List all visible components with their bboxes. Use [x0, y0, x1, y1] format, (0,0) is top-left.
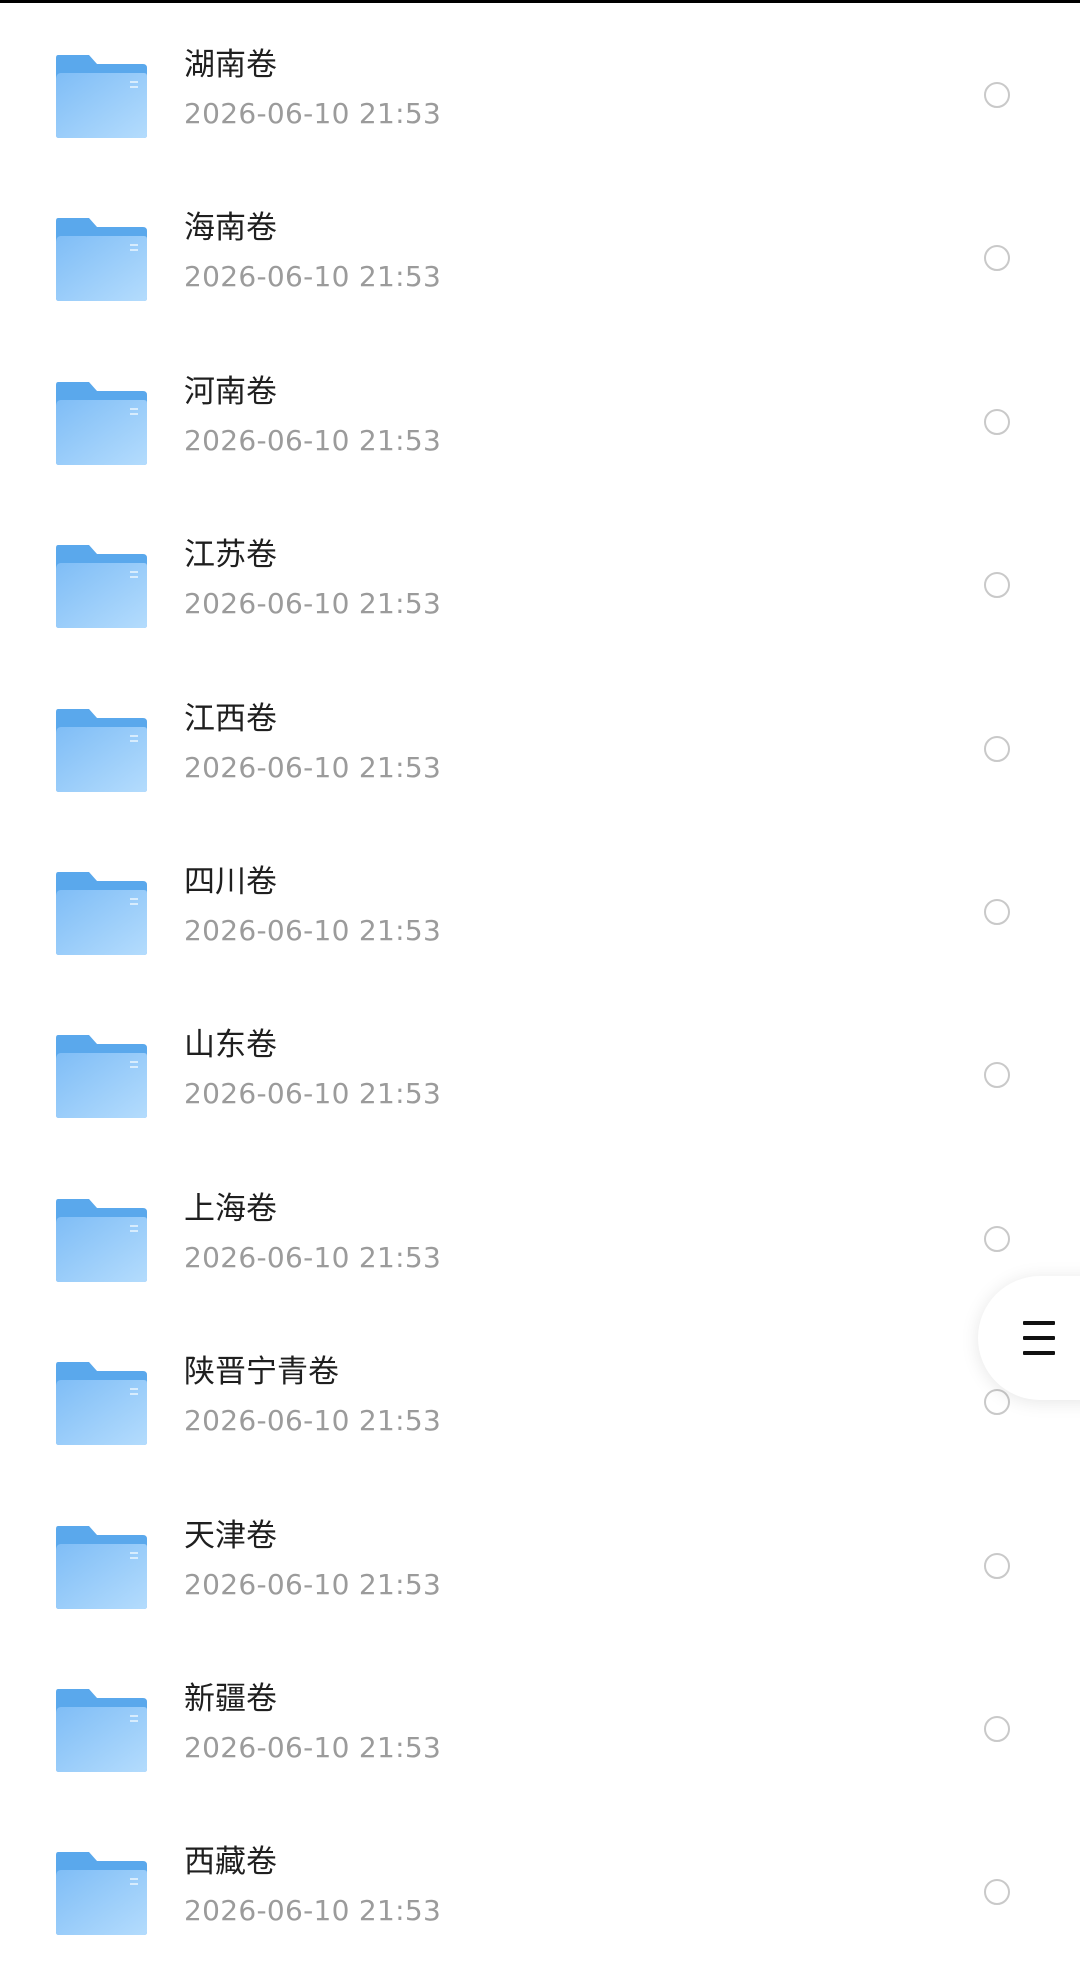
file-name: 新疆卷: [184, 1680, 277, 1717]
file-date: 2026-06-10 21:53: [184, 1240, 442, 1274]
list-item[interactable]: 新疆卷 2026-06-10 21:53: [0, 1637, 1080, 1800]
list-item[interactable]: 西藏卷 2026-06-10 21:53: [0, 1800, 1080, 1963]
folder-icon: [55, 216, 148, 302]
list-item[interactable]: 湖南卷 2026-06-10 21:53: [0, 3, 1080, 166]
list-item[interactable]: 四川卷 2026-06-10 21:53: [0, 820, 1080, 983]
file-name: 河南卷: [184, 373, 277, 410]
menu-icon: [1023, 1321, 1055, 1355]
file-date: 2026-06-10 21:53: [184, 750, 442, 784]
file-date: 2026-06-10 21:53: [184, 1894, 442, 1928]
file-date: 2026-06-10 21:53: [184, 1077, 442, 1111]
file-date: 2026-06-10 21:53: [184, 1567, 442, 1601]
file-name: 上海卷: [184, 1190, 277, 1227]
list-item[interactable]: 上海卷 2026-06-10 21:53: [0, 1147, 1080, 1310]
folder-icon: [55, 380, 148, 466]
file-name: 陕晋宁青卷: [184, 1354, 339, 1391]
folder-icon: [55, 1524, 148, 1610]
list-item[interactable]: 江西卷 2026-06-10 21:53: [0, 657, 1080, 820]
list-item[interactable]: 天津卷 2026-06-10 21:53: [0, 1474, 1080, 1637]
file-date: 2026-06-10 21:53: [184, 1404, 442, 1438]
file-name: 四川卷: [184, 863, 277, 900]
select-radio[interactable]: [984, 408, 1010, 435]
select-radio[interactable]: [984, 1389, 1010, 1416]
folder-icon: [55, 1687, 148, 1773]
select-radio[interactable]: [984, 1062, 1010, 1089]
file-date: 2026-06-10 21:53: [184, 423, 442, 457]
file-name: 海南卷: [184, 210, 277, 247]
select-radio[interactable]: [984, 735, 1010, 762]
file-name: 西藏卷: [184, 1844, 277, 1881]
list-item[interactable]: 江苏卷 2026-06-10 21:53: [0, 493, 1080, 656]
select-radio[interactable]: [984, 1552, 1010, 1579]
list-item[interactable]: 海南卷 2026-06-10 21:53: [0, 166, 1080, 329]
file-name: 山东卷: [184, 1027, 277, 1064]
file-date: 2026-06-10 21:53: [184, 1730, 442, 1764]
select-radio[interactable]: [984, 245, 1010, 272]
file-date: 2026-06-10 21:53: [184, 587, 442, 621]
folder-icon: [55, 1033, 148, 1119]
folder-icon: [55, 1197, 148, 1283]
folder-icon: [55, 543, 148, 629]
file-date: 2026-06-10 21:53: [184, 260, 442, 294]
folder-icon: [55, 1360, 148, 1446]
file-name: 天津卷: [184, 1517, 277, 1554]
folder-icon: [55, 707, 148, 793]
select-radio[interactable]: [984, 898, 1010, 925]
file-date: 2026-06-10 21:53: [184, 913, 442, 947]
folder-icon: [55, 1850, 148, 1936]
folder-icon: [55, 870, 148, 956]
folder-icon: [55, 53, 148, 139]
file-name: 湖南卷: [184, 47, 277, 83]
list-item[interactable]: 山东卷 2026-06-10 21:53: [0, 983, 1080, 1146]
list-item[interactable]: 陕晋宁青卷 2026-06-10 21:53: [0, 1310, 1080, 1473]
file-name: 江西卷: [184, 700, 277, 737]
select-radio[interactable]: [984, 572, 1010, 599]
select-radio[interactable]: [984, 1879, 1010, 1906]
file-name: 江苏卷: [184, 537, 277, 574]
select-radio[interactable]: [984, 82, 1010, 108]
list-item[interactable]: 河南卷 2026-06-10 21:53: [0, 330, 1080, 493]
select-radio[interactable]: [984, 1715, 1010, 1742]
file-date: 2026-06-10 21:53: [184, 97, 442, 130]
file-list: 湖南卷 2026-06-10 21:53 海南卷 2026-06-10 21:5…: [0, 3, 1080, 1936]
select-radio[interactable]: [984, 1225, 1010, 1252]
